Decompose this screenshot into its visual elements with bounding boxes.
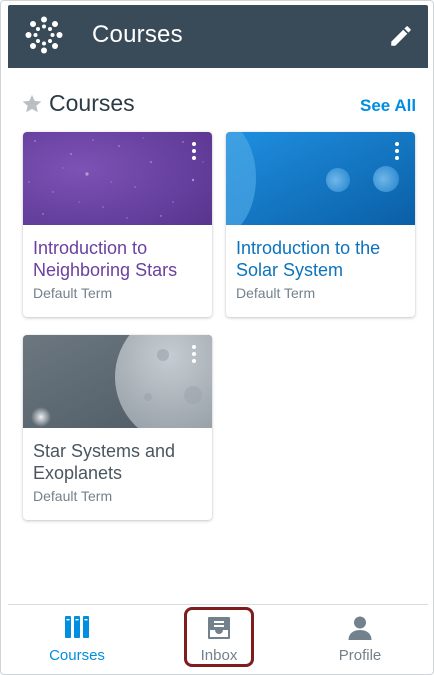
tab-label: Inbox — [200, 647, 238, 664]
course-card[interactable]: Introduction to the Solar System Default… — [226, 132, 415, 317]
course-card[interactable]: Introduction to Neighboring Stars Defaul… — [23, 132, 212, 317]
course-card-image — [23, 132, 212, 225]
bottom-tab-bar: Courses Inbox Profile — [8, 604, 428, 672]
star-icon[interactable] — [21, 93, 43, 115]
course-card[interactable]: Star Systems and Exoplanets Default Term — [23, 335, 212, 520]
tab-inbox[interactable]: Inbox — [159, 605, 279, 671]
course-term: Default Term — [33, 285, 113, 301]
tab-label: Profile — [338, 647, 382, 664]
app-frame: Courses Courses See All Introduction to … — [0, 0, 434, 675]
tab-label: Courses — [49, 647, 105, 664]
app-bar-title: Courses — [92, 21, 183, 48]
courses-icon — [65, 616, 89, 638]
course-title: Introduction to the Solar System — [236, 238, 381, 280]
tab-profile[interactable]: Profile — [300, 605, 420, 671]
course-term: Default Term — [236, 285, 316, 301]
section-title: Courses — [49, 90, 135, 116]
inbox-icon — [208, 617, 230, 639]
course-card-image — [23, 335, 212, 428]
course-menu-icon[interactable] — [190, 345, 198, 367]
course-menu-icon[interactable] — [190, 142, 198, 164]
profile-icon — [348, 616, 372, 640]
course-menu-icon[interactable] — [393, 142, 401, 164]
course-term: Default Term — [33, 488, 113, 504]
course-card-image — [226, 132, 415, 225]
see-all-link[interactable]: See All — [360, 96, 416, 116]
tab-courses[interactable]: Courses — [17, 605, 137, 671]
course-title: Star Systems and Exoplanets — [33, 441, 176, 483]
pencil-icon[interactable] — [388, 23, 414, 49]
app-bar: Courses — [8, 5, 428, 68]
course-title: Introduction to Neighboring Stars — [33, 238, 178, 280]
canvas-logo-icon[interactable] — [25, 16, 63, 54]
